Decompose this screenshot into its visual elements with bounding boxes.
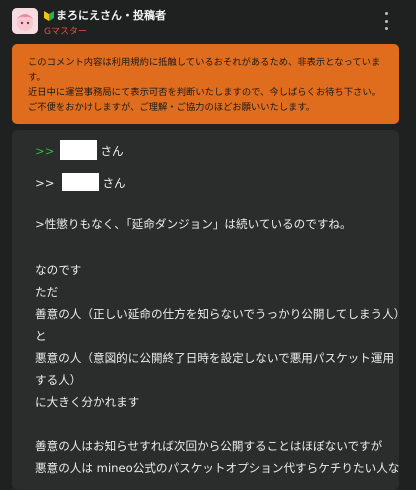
comment-line: なのです — [35, 263, 82, 277]
comment-line: 悪意の人は mineo公式のパスケットオプション代すらケチりたい人な — [35, 461, 400, 475]
comment-header: まろにえさん・投稿者 Gマスター — [0, 0, 416, 40]
comment-line: に大きく分かれます — [35, 395, 140, 409]
comment-line: と — [35, 329, 47, 343]
author-rank: Gマスター — [44, 27, 87, 37]
reply-suffix: さん — [102, 176, 126, 190]
comment-body: >> さん >> さん >性懲りもなく、「延命ダンジョン」は続いているのですね。 な… — [12, 130, 405, 490]
avatar-image — [12, 8, 38, 34]
beginner-leaf-icon — [44, 11, 54, 21]
reply-prefix: >> — [35, 176, 55, 190]
comment-line: する人） — [35, 373, 82, 387]
kebab-menu-icon[interactable] — [380, 12, 392, 30]
author-name: まろにえさん・投稿者 — [56, 9, 166, 22]
reply-suffix: さん — [100, 144, 124, 158]
notice-line: す。 — [28, 72, 46, 83]
reply-line-1: >> さん — [35, 140, 124, 160]
reply-link[interactable]: >> — [35, 144, 54, 158]
comment-line: 悪意の人（意図的に公開終了日時を設定しないで悪用パスケット運用 — [35, 351, 395, 365]
avatar[interactable] — [12, 8, 38, 34]
notice-line: このコメント内容は利用規約に抵触しているおそれがあるため、非表示となっていま — [28, 57, 381, 68]
comment-line: 善意の人はお知らせすれば次回から公開することはほぼないですが — [35, 439, 383, 453]
comment-line: ただ — [35, 285, 59, 299]
reply-line-2: >> さん — [35, 173, 126, 191]
notice-line: ご不便をおかけしますが、ご理解・ご協力のほどお願いいたします。 — [28, 102, 316, 113]
quote-line: >性懲りもなく、「延命ダンジョン」は続いているのですね。 — [35, 217, 352, 231]
comment-line: 善意の人（正しい延命の仕方を知らないでうっかり公開してしまう人） — [35, 307, 406, 321]
moderation-notice: このコメント内容は利用規約に抵触しているおそれがあるため、非表示となっていま す… — [12, 44, 399, 124]
redacted-username — [62, 173, 100, 191]
author-row[interactable]: まろにえさん・投稿者 — [44, 7, 166, 23]
notice-line: 近日中に運営事務局にて表示可否を判断いたしますので、今しばらくお待ち下さい。 — [28, 87, 381, 98]
redacted-username — [60, 140, 98, 160]
